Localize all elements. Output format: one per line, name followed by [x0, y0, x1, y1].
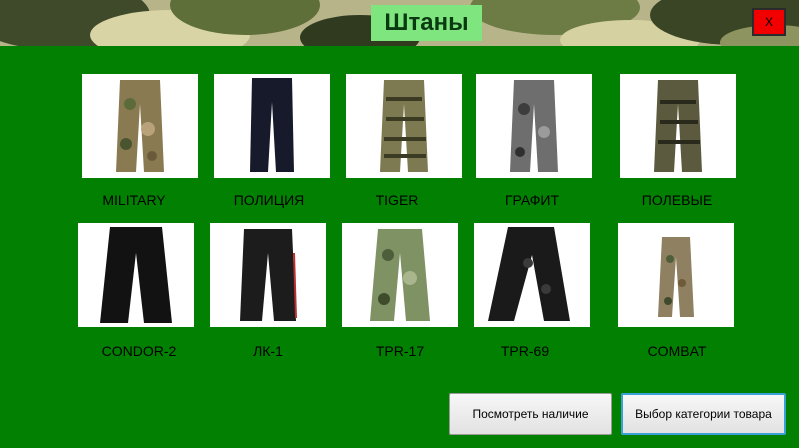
product-image-tiger[interactable] — [346, 74, 462, 178]
product-label-tpr-69: TPR-69 — [500, 343, 550, 359]
tiger-pants-icon — [380, 80, 428, 172]
black-stripe-pants-icon — [240, 229, 297, 321]
product-image-condor-2[interactable] — [78, 223, 194, 327]
product-image-police[interactable] — [214, 74, 330, 178]
product-image-graphite[interactable] — [476, 74, 592, 178]
camo-pants-icon — [116, 80, 164, 172]
product-label-graphite: ГРАФИТ — [504, 192, 560, 208]
close-button[interactable]: X — [752, 8, 786, 36]
product-label-tpr-17: TPR-17 — [375, 343, 425, 359]
product-image-tpr-17[interactable] — [342, 223, 458, 327]
product-label-military: MILITARY — [102, 192, 166, 208]
product-image-military[interactable] — [82, 74, 198, 178]
product-image-field[interactable] — [620, 74, 736, 178]
grey-camo-pants-icon — [510, 80, 558, 172]
check-availability-button[interactable]: Посмотреть наличие — [449, 393, 612, 435]
black-camo-pants-icon — [488, 227, 570, 321]
product-image-tpr-69[interactable] — [474, 223, 590, 327]
tiger-dark-pants-icon — [654, 80, 702, 172]
product-image-lk-1[interactable] — [210, 223, 326, 327]
product-label-police: ПОЛИЦИЯ — [233, 192, 305, 208]
product-label-lk-1: ЛК-1 — [253, 343, 283, 359]
product-label-condor-2: CONDOR-2 — [101, 343, 177, 359]
black-pants-icon — [100, 227, 172, 323]
product-label-tiger: TIGER — [375, 192, 419, 208]
woodland-pants-icon — [658, 237, 694, 317]
window-title: Штаны — [371, 5, 482, 41]
navy-pants-icon — [250, 78, 294, 172]
product-label-field: ПОЛЕВЫЕ — [641, 192, 713, 208]
green-camo-pants-icon — [370, 229, 430, 321]
product-image-combat[interactable] — [618, 223, 734, 327]
select-category-button[interactable]: Выбор категории товара — [621, 393, 786, 435]
product-label-combat: COMBAT — [647, 343, 707, 359]
